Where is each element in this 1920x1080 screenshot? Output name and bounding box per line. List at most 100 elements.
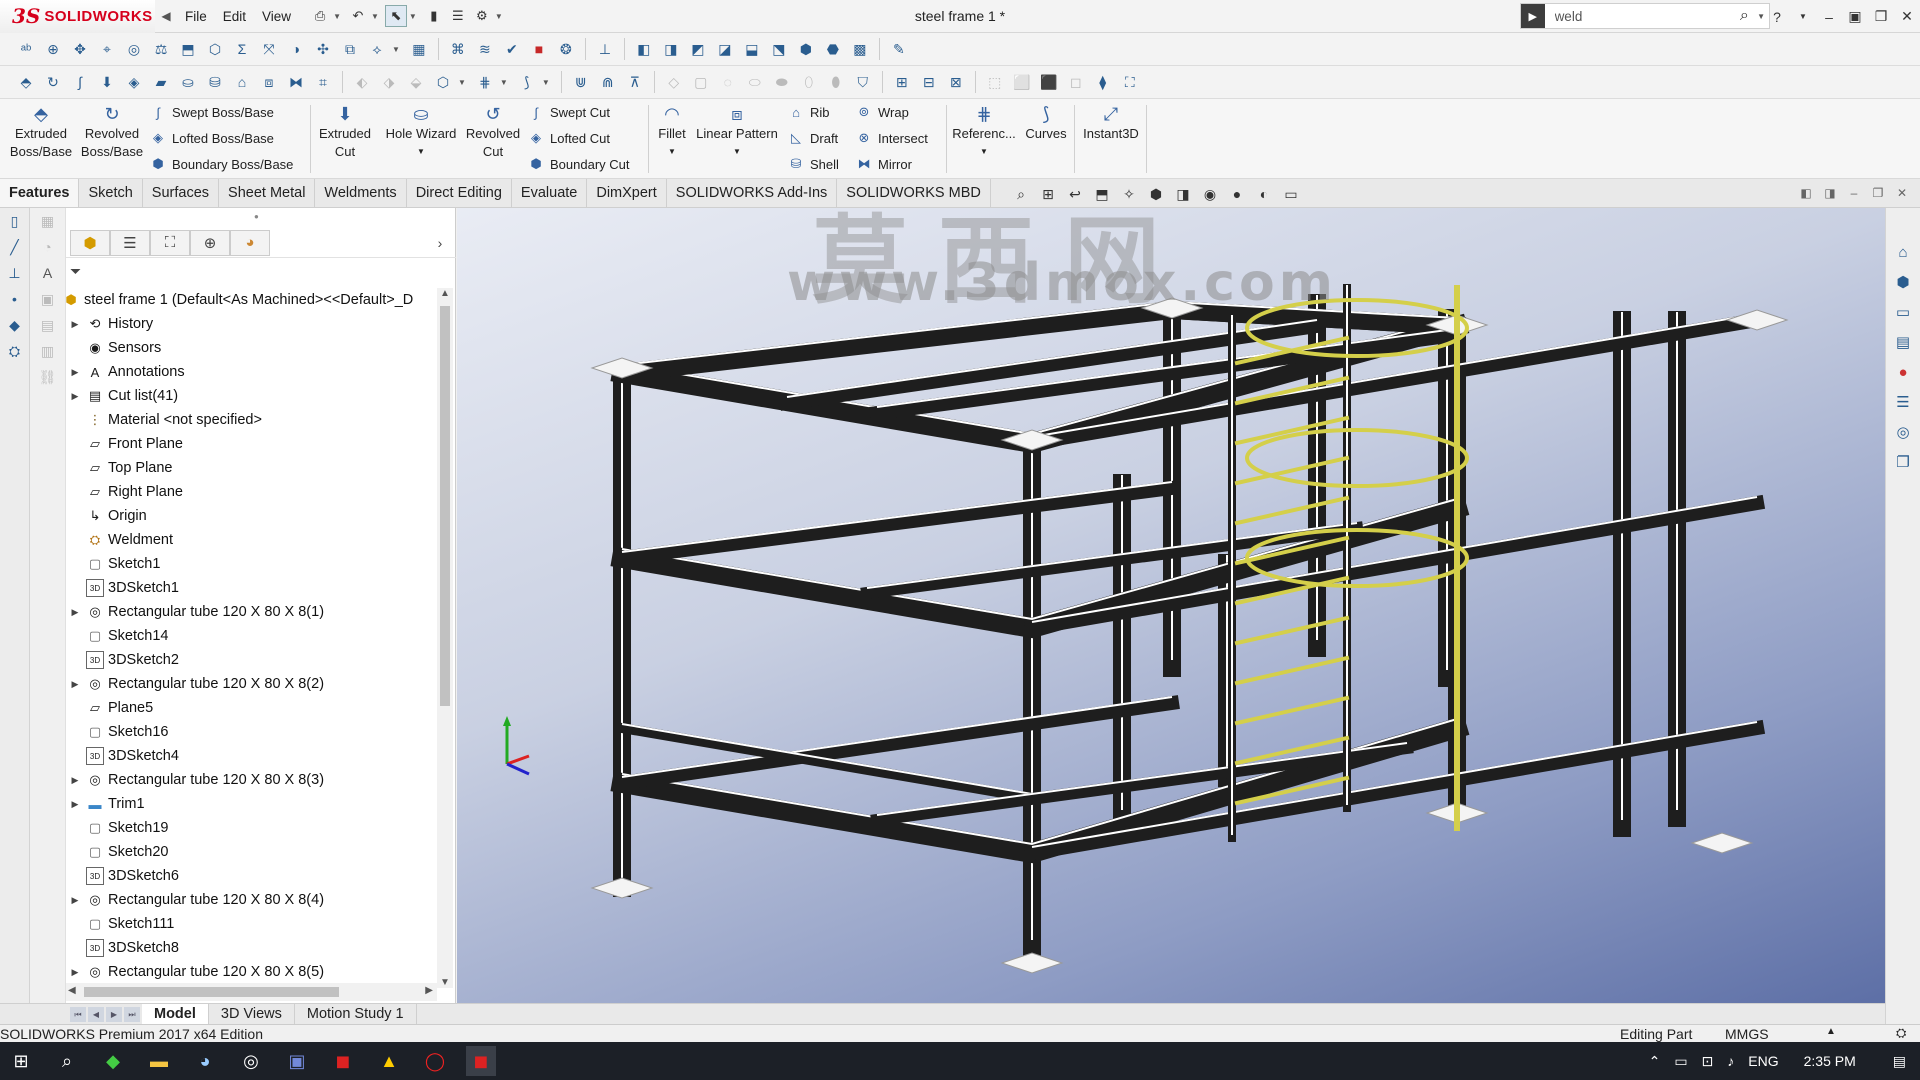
action-center-icon[interactable]: ▤ <box>1893 1053 1906 1070</box>
curves-button[interactable]: ⟆ Curves <box>1020 105 1072 143</box>
solidworks-active-taskbar-icon[interactable]: ◼ <box>466 1046 496 1076</box>
tab-evaluate[interactable]: Evaluate <box>512 179 588 207</box>
edit-appearance-icon[interactable]: ● <box>1226 183 1248 205</box>
windows-start-icon[interactable]: ⊞ <box>6 1046 36 1076</box>
expand-arrow-icon[interactable]: ▶ <box>70 895 80 906</box>
compare-icon[interactable]: ⧉ <box>338 37 362 61</box>
tree-item[interactable]: ▶ ◎ Rectangular tube 120 X 80 X 8(4) <box>66 888 442 912</box>
tab-direct-editing[interactable]: Direct Editing <box>407 179 512 207</box>
scroll-thumb[interactable] <box>440 306 450 706</box>
measure-icon[interactable]: ◎ <box>122 37 146 61</box>
previous-view-icon[interactable]: ↩ <box>1064 183 1086 205</box>
zoom-to-fit-icon[interactable]: ⌕ <box>1010 183 1032 205</box>
gusset-icon[interactable]: ⛉ <box>851 70 875 94</box>
filter-icon[interactable]: ⏷ <box>70 263 81 280</box>
next-tab-icon[interactable]: ▶ <box>106 1006 122 1022</box>
doc-close-icon[interactable]: ✕ <box>1894 186 1910 200</box>
reference-point-icon[interactable]: ⋕ <box>473 70 497 94</box>
extrude-icon[interactable]: ⬘ <box>14 70 38 94</box>
display-relation-icon[interactable]: ⛭ <box>0 338 29 364</box>
view-back-icon[interactable]: ◨ <box>659 37 683 61</box>
feature-statistics-icon[interactable]: ▦ <box>407 37 431 61</box>
volume-icon[interactable]: ♪ <box>1727 1053 1734 1069</box>
tab-model[interactable]: Model <box>142 1004 209 1024</box>
dimension-tool-icon[interactable]: ⊥ <box>0 260 29 286</box>
tree-horizontal-scrollbar[interactable]: ◀ ▶ <box>66 983 437 1001</box>
help-icon[interactable]: ? <box>1764 9 1790 25</box>
doc-minimize-icon[interactable]: – <box>1846 186 1862 200</box>
tab-motion-study[interactable]: Motion Study 1 <box>295 1004 417 1024</box>
trim-extend-icon[interactable]: ⊼ <box>623 70 647 94</box>
instant3d-button[interactable]: ⤢ Instant3D <box>1078 105 1144 143</box>
tree-root[interactable]: ⬢ steel frame 1 (Default<As Machined><<De… <box>66 288 442 312</box>
last-tab-icon[interactable]: ⏭ <box>124 1006 140 1022</box>
select-cursor-icon[interactable]: ⬉ <box>384 5 407 27</box>
deviation-icon[interactable]: ✔ <box>500 37 524 61</box>
tree-item[interactable]: ⛭ Weldment <box>66 528 442 552</box>
scroll-right-icon[interactable]: ▶ <box>425 985 433 996</box>
tree-item[interactable]: ▶ ◎ Rectangular tube 120 X 80 X 8(2) <box>66 672 442 696</box>
help-dropdown-icon[interactable]: ▼ <box>1790 12 1816 21</box>
tree-item[interactable]: ▶ ▬ Trim1 <box>66 792 442 816</box>
dimetric-icon[interactable]: ▩ <box>848 37 872 61</box>
menu-pin-arrow-icon[interactable]: ◀ <box>155 9 177 23</box>
view-left-icon[interactable]: ◩ <box>686 37 710 61</box>
clock[interactable]: 2:35 PM <box>1804 1053 1856 1069</box>
minimize-icon[interactable]: – <box>1816 9 1842 25</box>
normal-to-icon[interactable]: ⊥ <box>593 37 617 61</box>
equations-icon[interactable]: Σ <box>230 37 254 61</box>
search-input[interactable] <box>1544 5 1732 27</box>
print-dropdown-icon[interactable]: ▼ <box>333 12 341 21</box>
expand-arrow-icon[interactable]: ▶ <box>70 319 80 330</box>
interference-icon[interactable]: ⤧ <box>257 37 281 61</box>
menu-file[interactable]: File <box>177 9 215 24</box>
search-icon[interactable]: ⌕ <box>1732 7 1758 25</box>
dynamic-annotation-icon[interactable]: ✧ <box>1118 183 1140 205</box>
sweep-icon[interactable]: ∫ <box>68 70 92 94</box>
tree-item[interactable]: ▢ Sketch1 <box>66 552 442 576</box>
property-manager-tab-icon[interactable]: ☰ <box>110 229 150 256</box>
expand-arrow-icon[interactable]: ▶ <box>70 679 80 690</box>
mirror-button[interactable]: ⧓ Mirror <box>856 153 912 175</box>
tree-item[interactable]: ◉ Sensors <box>66 336 442 360</box>
annotation-tool-icon[interactable]: A <box>30 260 65 286</box>
rebuild-status-icon[interactable]: ⛭ <box>1896 1025 1906 1041</box>
search-commands-icon[interactable]: ▶ <box>1521 4 1545 28</box>
mirror-tool-icon[interactable]: ⧓ <box>284 70 308 94</box>
lofted-boss-button[interactable]: ◈ Lofted Boss/Base <box>150 127 274 149</box>
configuration-manager-tab-icon[interactable]: ⛶ <box>150 229 190 256</box>
rebuild-icon[interactable]: ▮ <box>423 5 445 27</box>
boundary-boss-button[interactable]: ⬢ Boundary Boss/Base <box>150 153 293 175</box>
section-view-icon[interactable]: ⬒ <box>176 37 200 61</box>
row2-dropdown-icon[interactable]: ▼ <box>542 78 550 87</box>
appearance-icon[interactable]: ⛶ <box>1118 70 1142 94</box>
undo-icon[interactable]: ↶ <box>347 5 369 27</box>
battery-icon[interactable]: ▭ <box>1674 1053 1687 1070</box>
network-icon[interactable]: ⊡ <box>1702 1053 1714 1070</box>
steam-taskbar-icon[interactable]: ◕ <box>190 1046 220 1076</box>
graphics-area[interactable]: 莫西网 www.3dmox.com <box>457 208 1885 1003</box>
cut-list-tool-icon[interactable]: ⊠ <box>944 70 968 94</box>
revolved-cut-button[interactable]: ↺ Revolved Cut <box>464 105 522 161</box>
prev-tab-icon[interactable]: ◀ <box>88 1006 104 1022</box>
swept-cut-button[interactable]: ∫ Swept Cut <box>528 101 610 123</box>
end-cap-icon[interactable]: ⊞ <box>890 70 914 94</box>
section-view-hud-icon[interactable]: ⬒ <box>1091 183 1113 205</box>
solidworks-logo[interactable]: 3S SOLIDWORKS <box>0 0 155 33</box>
view-front-icon[interactable]: ◧ <box>632 37 656 61</box>
options-dropdown-icon[interactable]: ▼ <box>495 12 503 21</box>
print-icon[interactable]: ⎙ <box>309 5 331 27</box>
lofted-cut-button[interactable]: ◈ Lofted Cut <box>528 127 610 149</box>
tab-dimxpert[interactable]: DimXpert <box>587 179 667 207</box>
shell-button[interactable]: ⛁ Shell <box>788 153 839 175</box>
tree-vertical-scrollbar[interactable]: ▲ ▼ <box>437 288 453 988</box>
autocad-taskbar-icon[interactable]: ▲ <box>374 1046 404 1076</box>
feature-tree-tab-icon[interactable]: ⬢ <box>70 229 110 256</box>
language-indicator[interactable]: ENG <box>1748 1053 1778 1069</box>
reference-dropdown-icon[interactable]: ▼ <box>950 143 1018 161</box>
tile-windows-icon[interactable]: ▣ <box>1842 8 1868 25</box>
tree-item[interactable]: ▶ ◎ Rectangular tube 120 X 80 X 8(1) <box>66 600 442 624</box>
expand-arrow-icon[interactable]: ▶ <box>70 391 80 402</box>
panel-left-icon[interactable]: ◧ <box>1798 186 1814 200</box>
point-tool-icon[interactable]: • <box>0 286 29 312</box>
